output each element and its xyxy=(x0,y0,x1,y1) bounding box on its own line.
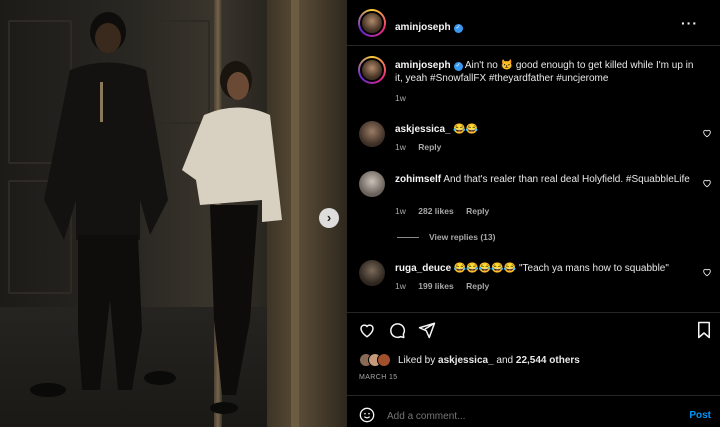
comment-time: 1w xyxy=(395,281,406,291)
comment-time: 1w xyxy=(395,142,406,152)
liked-by-user[interactable]: askjessica_ xyxy=(438,355,494,366)
author-username[interactable]: aminjoseph xyxy=(395,22,451,33)
view-replies-line xyxy=(397,237,419,238)
comment: zohimself And that's realer than real de… xyxy=(395,173,695,186)
add-comment-input[interactable] xyxy=(385,406,659,426)
author-avatar[interactable] xyxy=(358,9,386,37)
comment-likes[interactable]: 282 likes xyxy=(418,206,453,216)
heart-icon[interactable] xyxy=(702,178,712,188)
instagram-post-view: › aminjoseph ✓ ··· aminjoseph ✓ Ain't no 😾… xyxy=(0,0,720,427)
comment-avatar[interactable] xyxy=(359,171,385,197)
post-comment-button[interactable]: Post xyxy=(689,410,711,421)
bookmark-icon[interactable] xyxy=(696,321,712,339)
caption-avatar[interactable] xyxy=(358,56,386,84)
heart-icon[interactable] xyxy=(702,267,712,277)
reply-button[interactable]: Reply xyxy=(466,206,489,216)
comment-time: 1w xyxy=(395,206,406,216)
post-photo[interactable]: › xyxy=(0,0,347,427)
liker-avatars xyxy=(359,353,399,367)
caption-time: 1w xyxy=(395,93,406,103)
comment-username[interactable]: ruga_deuce xyxy=(395,263,451,274)
heart-icon[interactable] xyxy=(702,128,712,138)
comment: askjessica_ 😂😂 xyxy=(395,123,478,136)
author-header: aminjoseph ✓ xyxy=(395,17,463,35)
post-side-panel: aminjoseph ✓ ··· aminjoseph ✓ Ain't no 😾 g… xyxy=(347,0,720,427)
caption-username[interactable]: aminjoseph xyxy=(395,60,451,71)
comment-box-divider xyxy=(347,395,720,396)
more-options-icon[interactable]: ··· xyxy=(681,15,698,31)
actions-divider xyxy=(347,312,720,313)
verified-badge-icon: ✓ xyxy=(453,24,463,33)
liked-by-mid: and xyxy=(493,355,516,366)
next-image-button[interactable]: › xyxy=(319,208,339,228)
comment: ruga_deuce 😂😂😂😂😂 "Teach ya mans how to s… xyxy=(395,262,695,275)
liked-by: Liked by askjessica_ and 22,544 others xyxy=(398,354,580,367)
verified-badge-icon: ✓ xyxy=(453,62,463,71)
chevron-right-icon: › xyxy=(326,210,332,225)
comment-meta: 1w 282 likes Reply xyxy=(395,206,489,216)
liker-avatar xyxy=(377,353,391,367)
likes-count[interactable]: 22,544 others xyxy=(516,355,580,366)
comment-avatar[interactable] xyxy=(359,260,385,286)
header-divider xyxy=(347,45,720,46)
comment-icon[interactable] xyxy=(388,321,406,339)
comment-likes[interactable]: 199 likes xyxy=(418,281,453,291)
heart-icon[interactable] xyxy=(358,321,376,339)
view-replies-button[interactable]: View replies (13) xyxy=(429,232,495,242)
reply-button[interactable]: Reply xyxy=(418,142,441,152)
photo-figures xyxy=(30,12,282,414)
comment-text: 😂😂😂😂😂 "Teach ya mans how to squabble" xyxy=(453,263,669,274)
emoji-icon[interactable] xyxy=(359,407,375,423)
reply-button[interactable]: Reply xyxy=(466,281,489,291)
comment-meta: 1w 199 likes Reply xyxy=(395,281,489,291)
comment-avatar[interactable] xyxy=(359,121,385,147)
paper-plane-icon[interactable] xyxy=(418,321,436,339)
comment-username[interactable]: askjessica_ xyxy=(395,124,451,135)
comment-text: And that's realer than real deal Holyfie… xyxy=(443,174,690,185)
comment-meta: 1w Reply xyxy=(395,142,441,152)
post-date: MARCH 15 xyxy=(359,374,398,381)
comment-username[interactable]: zohimself xyxy=(395,174,441,185)
comment-text: 😂😂 xyxy=(453,124,479,135)
caption: aminjoseph ✓ Ain't no 😾 good enough to ge… xyxy=(395,59,695,85)
liked-by-prefix: Liked by xyxy=(398,355,439,366)
